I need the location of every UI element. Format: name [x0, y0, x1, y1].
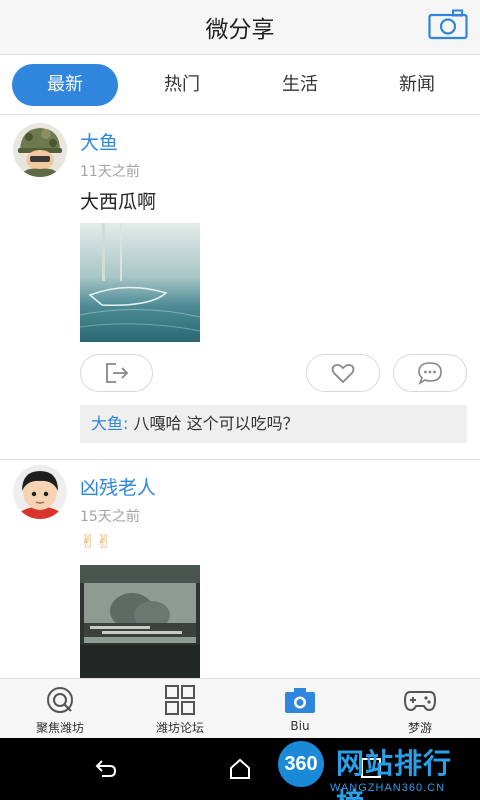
feed-list[interactable]: 大鱼 11天之前 大西瓜啊 大鱼: 八嘎哈 这个可以吃吗？ 凶残老人 15天之前…: [0, 116, 480, 678]
nav-label: 潍坊论坛: [155, 721, 204, 735]
bottom-navigation: 聚焦潍坊 潍坊论坛 Biu 梦游: [0, 678, 480, 738]
heart-icon: [331, 363, 355, 384]
post-divider: [0, 459, 480, 460]
comment-button[interactable]: [393, 354, 467, 392]
camera-icon[interactable]: [428, 8, 468, 40]
watermark-logo: 360 网站排行榜 WANGZHAN360.CN: [268, 738, 480, 800]
category-tabs: 最新 热门 生活 新闻: [0, 55, 480, 115]
comment-text: 八嘎哈 这个可以吃吗？: [128, 414, 299, 433]
app-title: 微分享: [205, 17, 275, 43]
share-button[interactable]: [80, 354, 153, 392]
avatar[interactable]: [13, 123, 67, 177]
comment-author[interactable]: 大鱼:: [91, 414, 128, 433]
grid-icon: [165, 685, 195, 715]
avatar[interactable]: [13, 465, 67, 519]
post-author[interactable]: 大鱼: [80, 128, 118, 155]
post-image[interactable]: [80, 565, 200, 678]
post-author[interactable]: 凶残老人: [80, 473, 156, 500]
nav-biu[interactable]: Biu: [240, 679, 360, 739]
focus-icon: [47, 687, 73, 713]
nav-weifang-forum[interactable]: 潍坊论坛: [120, 679, 240, 739]
share-icon: [105, 363, 128, 383]
post-time: 11天之前: [80, 164, 140, 180]
back-icon[interactable]: [94, 757, 118, 781]
post-text: ✌✌: [80, 531, 112, 553]
gamepad-icon: [404, 691, 436, 712]
post-time: 15天之前: [80, 509, 140, 525]
tab-latest[interactable]: 最新: [12, 64, 118, 106]
top-bar: 微分享: [0, 0, 480, 55]
nav-dream-travel[interactable]: 梦游: [360, 679, 480, 739]
camera-icon: [285, 688, 315, 713]
comment-item: 大鱼: 八嘎哈 这个可以吃吗？: [80, 405, 467, 443]
chat-bubble-icon: [418, 362, 442, 385]
boy-avatar-icon: [13, 465, 67, 519]
watermark-url: WANGZHAN360.CN: [330, 782, 446, 794]
nav-label: 梦游: [407, 721, 432, 735]
watermark-badge: 360: [278, 741, 324, 787]
nav-label: 聚焦潍坊: [35, 721, 84, 735]
tab-news[interactable]: 新闻: [364, 64, 470, 106]
post-image[interactable]: [80, 223, 200, 342]
soldier-avatar-icon: [13, 123, 67, 177]
tab-life[interactable]: 生活: [247, 64, 353, 106]
nav-focus-weifang[interactable]: 聚焦潍坊: [0, 679, 120, 739]
post-text: 大西瓜啊: [80, 191, 157, 213]
tab-hot[interactable]: 热门: [129, 64, 235, 106]
home-icon[interactable]: [229, 757, 251, 781]
nav-label: Biu: [290, 719, 310, 733]
like-button[interactable]: [306, 354, 380, 392]
